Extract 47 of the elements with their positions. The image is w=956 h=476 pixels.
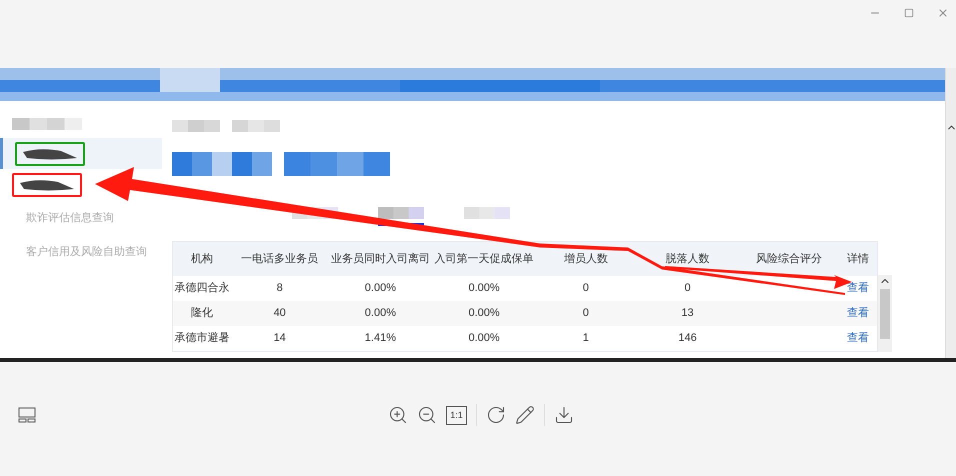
scrollbar[interactable]: [878, 275, 892, 352]
zoom-in-icon[interactable]: [388, 405, 408, 425]
blurred-text-drawing: [12, 118, 82, 130]
maximize-icon[interactable]: [904, 8, 914, 18]
rotate-icon[interactable]: [486, 405, 506, 425]
sidebar-item[interactable]: [0, 138, 162, 169]
table-cell: 40: [274, 307, 286, 320]
column-header: 入司第一天促成保单: [434, 252, 534, 265]
blurred-text-drawing: [232, 120, 280, 132]
table-cell: 0.00%: [364, 307, 396, 320]
table-cell: 0: [684, 282, 691, 294]
table-cell: 隆化: [190, 307, 213, 320]
zoom-out-icon[interactable]: [417, 405, 438, 425]
blurred-text-drawing: [464, 207, 510, 219]
table-cell: 0: [582, 282, 589, 294]
table-cell: 8: [276, 282, 283, 294]
actual-size-button[interactable]: 1:1: [446, 406, 467, 424]
table-cell: 0.00%: [364, 282, 396, 294]
column-header: 机构: [190, 252, 213, 265]
download-icon[interactable]: [554, 405, 574, 425]
layout-icon[interactable]: [18, 406, 36, 424]
table-cell: 146: [678, 332, 697, 344]
scribble-drawing: [21, 146, 79, 160]
scribble-drawing: [18, 178, 76, 192]
view-link[interactable]: 查看: [847, 282, 870, 294]
column-header: 业务员同时入司离司: [330, 252, 430, 265]
table-cell: 14: [274, 332, 286, 344]
column-header: 增员人数: [564, 252, 608, 265]
pencil-icon[interactable]: [514, 405, 535, 425]
column-header: 一电话多业务员: [241, 252, 318, 265]
table-cell: 1: [582, 332, 589, 344]
table-cell: 13: [681, 307, 694, 320]
column-header: 详情: [847, 252, 870, 265]
table-cell: 0: [582, 307, 589, 320]
table-cell: 承德市避暑: [174, 332, 230, 344]
column-header: 脱落人数: [666, 252, 710, 265]
table-cell: 0.00%: [468, 282, 500, 294]
table-cell: 1.41%: [364, 332, 396, 344]
view-link[interactable]: 查看: [847, 307, 870, 320]
table-cell: 0.00%: [468, 307, 500, 320]
view-link[interactable]: 查看: [847, 332, 870, 344]
close-icon[interactable]: [937, 7, 949, 19]
column-header: 风险综合评分: [756, 252, 822, 265]
blurred-text-drawing: [378, 207, 424, 219]
table-cell: 0.00%: [468, 332, 500, 344]
blurred-text-drawing: [172, 120, 220, 132]
table-cell: 承德四合永: [174, 282, 230, 294]
